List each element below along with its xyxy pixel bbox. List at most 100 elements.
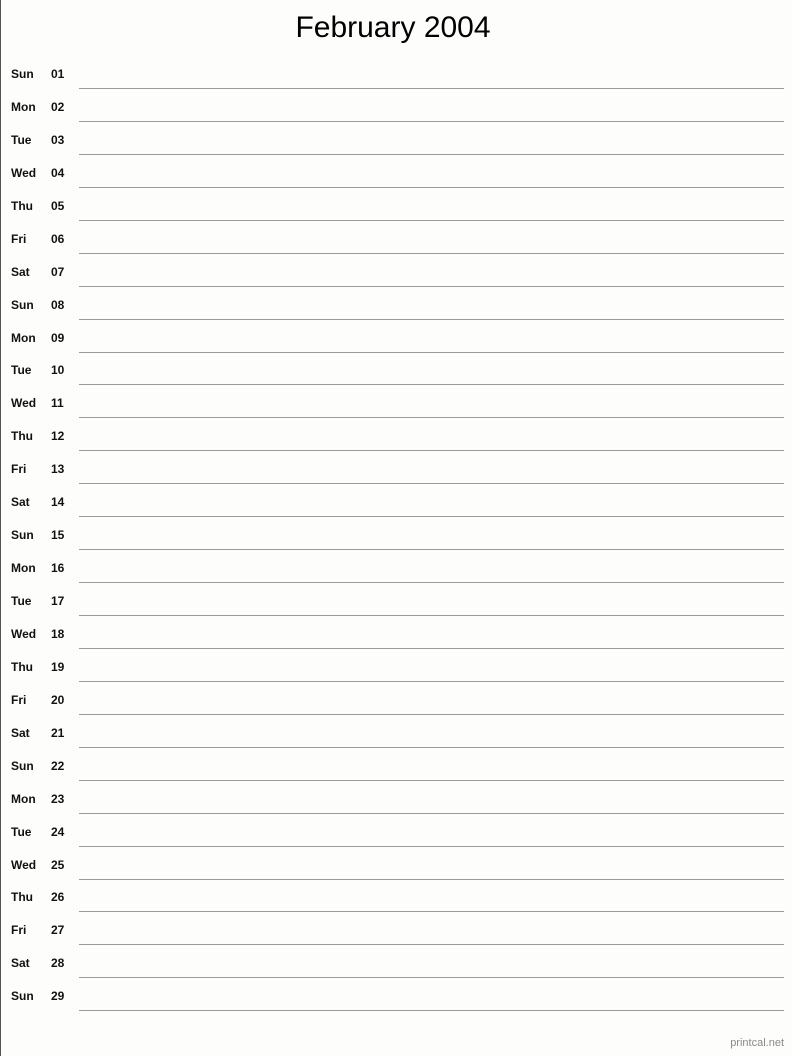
day-row[interactable]: Wed 25 (1, 853, 785, 886)
day-row[interactable]: Mon 23 (1, 787, 785, 820)
day-row[interactable]: Sat 07 (1, 260, 785, 293)
day-number-label: 28 (51, 956, 65, 971)
day-row[interactable]: Thu 12 (1, 424, 785, 457)
day-number-label: 03 (51, 132, 65, 147)
day-row[interactable]: Sat 14 (1, 490, 785, 523)
day-number-label: 16 (51, 561, 65, 576)
day-row[interactable]: Thu 19 (1, 655, 785, 688)
day-row[interactable]: Wed 11 (1, 391, 785, 424)
day-writing-rule[interactable] (79, 88, 784, 89)
day-row[interactable]: Wed 18 (1, 622, 785, 655)
day-weekday-label: Mon (11, 561, 36, 576)
day-weekday-label: Wed (11, 396, 37, 411)
day-row[interactable]: Fri 20 (1, 688, 785, 721)
day-writing-rule[interactable] (79, 450, 784, 452)
day-writing-rule[interactable] (79, 911, 784, 913)
day-writing-rule[interactable] (79, 878, 784, 880)
day-weekday-label: Tue (11, 824, 32, 839)
day-writing-rule[interactable] (79, 219, 784, 221)
day-number-label: 23 (51, 791, 65, 806)
day-row[interactable]: Sun 29 (1, 984, 785, 1017)
footer-credit: printcal.net (730, 1037, 784, 1049)
day-writing-rule[interactable] (79, 615, 784, 616)
day-number-label: 20 (51, 692, 65, 707)
day-writing-rule[interactable] (79, 845, 784, 847)
day-weekday-label: Wed (11, 165, 37, 180)
day-row[interactable]: Mon 02 (1, 95, 785, 128)
day-weekday-label: Sat (11, 956, 30, 971)
day-writing-rule[interactable] (79, 582, 784, 584)
day-weekday-label: Wed (11, 626, 37, 641)
day-row[interactable]: Sun 22 (1, 754, 785, 787)
day-writing-rule[interactable] (79, 483, 784, 485)
day-number-label: 13 (51, 462, 65, 477)
day-row[interactable]: Sun 15 (1, 523, 785, 556)
day-row[interactable]: Wed 04 (1, 161, 785, 194)
day-writing-rule[interactable] (79, 351, 784, 353)
day-row[interactable]: Thu 26 (1, 885, 785, 918)
day-writing-rule[interactable] (79, 153, 784, 155)
day-writing-rule[interactable] (79, 252, 784, 254)
day-weekday-label: Sat (11, 725, 30, 740)
day-number-label: 07 (51, 264, 65, 279)
day-row[interactable]: Tue 03 (1, 128, 785, 161)
day-row[interactable]: Sun 08 (1, 293, 785, 326)
day-writing-rule[interactable] (79, 713, 784, 715)
day-number-label: 14 (51, 495, 65, 510)
day-row[interactable]: Sat 21 (1, 721, 785, 754)
day-row[interactable]: Sat 28 (1, 951, 785, 984)
day-weekday-label: Mon (11, 330, 36, 345)
day-writing-rule[interactable] (79, 977, 784, 979)
day-writing-rule[interactable] (79, 1010, 784, 1012)
day-row[interactable]: Thu 05 (1, 194, 785, 227)
day-weekday-label: Sat (11, 495, 30, 510)
day-writing-rule[interactable] (79, 647, 784, 649)
day-weekday-label: Fri (11, 231, 27, 246)
day-number-label: 26 (51, 890, 65, 905)
day-weekday-label: Wed (11, 857, 37, 872)
day-weekday-label: Sun (11, 67, 34, 81)
day-writing-rule[interactable] (79, 186, 784, 188)
day-writing-rule[interactable] (79, 417, 784, 419)
day-writing-rule[interactable] (79, 516, 784, 518)
day-weekday-label: Tue (11, 594, 32, 608)
day-writing-rule[interactable] (79, 549, 784, 551)
day-row[interactable]: Tue 17 (1, 589, 785, 622)
day-row[interactable]: Tue 10 (1, 358, 785, 391)
day-number-label: 21 (51, 725, 65, 740)
day-writing-rule[interactable] (79, 285, 784, 287)
day-weekday-label: Thu (11, 198, 33, 213)
day-number-label: 24 (51, 824, 65, 839)
day-writing-rule[interactable] (79, 384, 784, 386)
day-writing-rule[interactable] (79, 318, 784, 320)
day-writing-rule[interactable] (79, 944, 784, 946)
day-number-label: 29 (51, 989, 65, 1004)
page-title: February 2004 (295, 11, 491, 44)
day-number-label: 12 (51, 429, 65, 444)
day-weekday-label: Tue (11, 132, 32, 147)
day-writing-rule[interactable] (79, 812, 784, 814)
day-number-label: 02 (51, 99, 65, 114)
calendar-page: February 2004 Sun 01 Mon 02 Tue 03 Wed 04 Thu 05 F… (1, 0, 792, 1056)
day-row[interactable]: Mon 16 (1, 556, 785, 589)
day-number-label: 09 (51, 330, 65, 345)
day-row[interactable]: Fri 27 (1, 918, 785, 951)
day-row[interactable]: Fri 06 (1, 227, 785, 260)
day-row[interactable]: Sun 01 (1, 62, 785, 95)
day-number-label: 25 (51, 857, 65, 872)
day-weekday-label: Fri (11, 462, 27, 477)
day-writing-rule[interactable] (79, 680, 784, 682)
day-weekday-label: Fri (11, 692, 27, 707)
day-row[interactable]: Fri 13 (1, 457, 785, 490)
day-row[interactable]: Tue 24 (1, 820, 785, 853)
day-writing-rule[interactable] (79, 120, 784, 122)
day-number-label: 27 (51, 923, 65, 938)
day-number-label: 10 (51, 363, 65, 378)
day-weekday-label: Sat (11, 264, 30, 279)
day-weekday-label: Sun (11, 758, 34, 773)
day-number-label: 17 (51, 594, 65, 608)
day-writing-rule[interactable] (79, 746, 784, 748)
day-writing-rule[interactable] (79, 779, 784, 781)
day-number-label: 15 (51, 528, 65, 543)
day-row[interactable]: Mon 09 (1, 326, 785, 359)
